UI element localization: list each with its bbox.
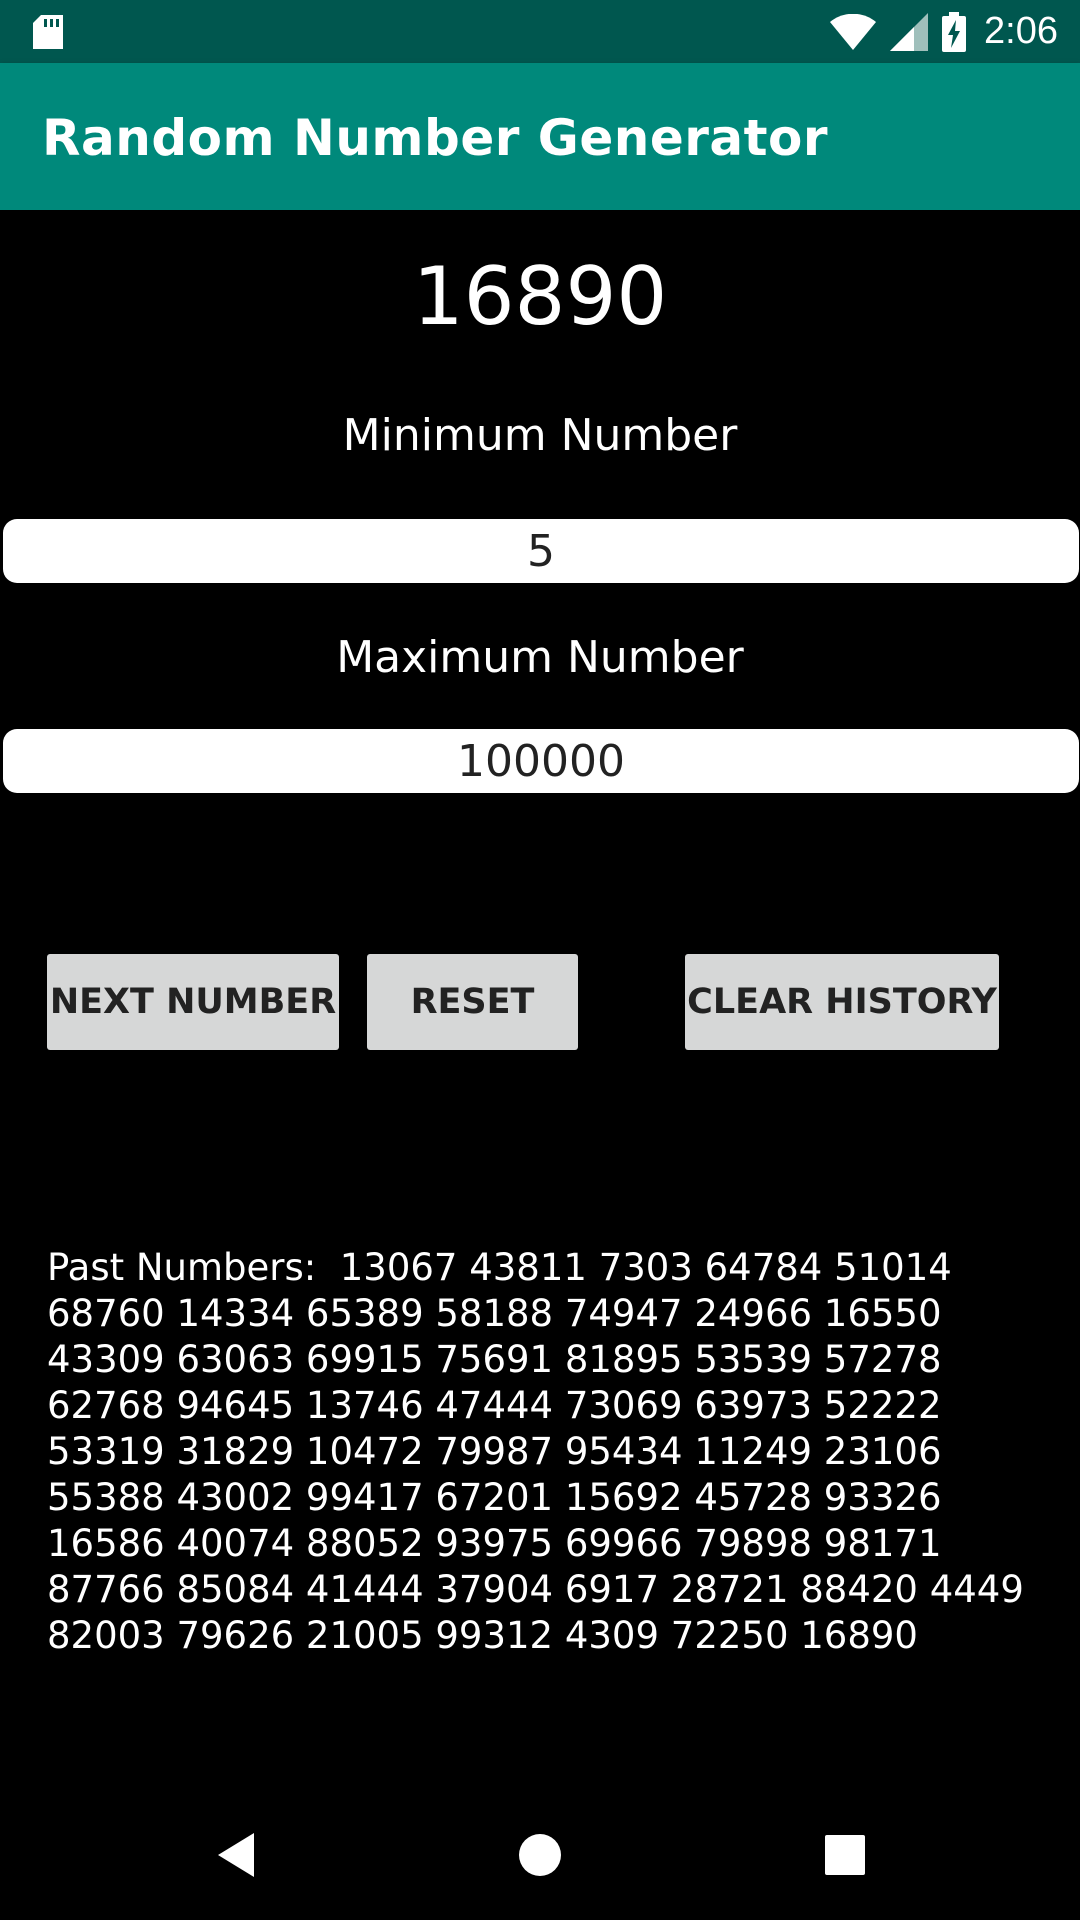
wifi-icon	[830, 13, 877, 50]
maximum-number-label: Maximum Number	[336, 632, 744, 683]
back-button[interactable]	[166, 1794, 306, 1920]
battery-charging-icon	[942, 11, 967, 52]
next-number-button[interactable]: NEXT NUMBER	[47, 954, 339, 1050]
cell-signal-icon	[890, 12, 929, 51]
recents-icon	[825, 1834, 865, 1880]
status-icons: 2:06	[830, 0, 1058, 63]
past-numbers-history: Past Numbers: 13067 43811 7303 64784 510…	[47, 1246, 1024, 1657]
back-icon	[214, 1831, 258, 1884]
recents-button[interactable]	[775, 1794, 915, 1920]
minimum-number-label: Minimum Number	[342, 410, 738, 461]
home-icon	[518, 1833, 562, 1882]
maximum-number-input[interactable]	[3, 729, 1079, 793]
sd-card-icon	[33, 15, 63, 54]
status-bar: 2:06	[0, 0, 1080, 63]
clear-history-button[interactable]: CLEAR HISTORY	[685, 954, 999, 1050]
minimum-number-input[interactable]	[3, 519, 1079, 583]
navigation-bar	[0, 1794, 1080, 1920]
home-button[interactable]	[470, 1794, 610, 1920]
app-title: Random Number Generator	[42, 109, 829, 167]
app-screen: 2:06 Random Number Generator 16890 Minim…	[0, 0, 1080, 1920]
reset-button[interactable]: RESET	[367, 954, 578, 1050]
status-time: 2:06	[984, 10, 1058, 52]
current-number-display: 16890	[412, 250, 668, 343]
app-bar: Random Number Generator	[0, 63, 1080, 210]
